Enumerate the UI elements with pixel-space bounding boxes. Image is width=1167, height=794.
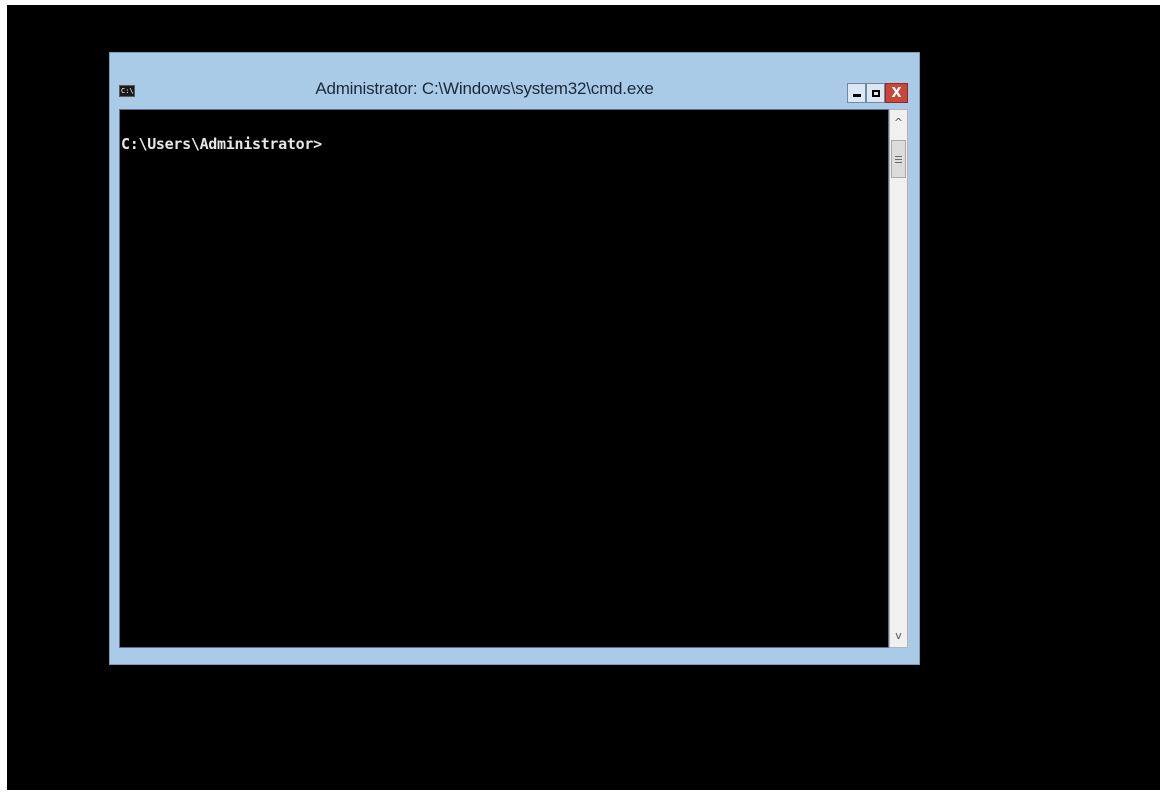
vertical-scrollbar[interactable]: ^ v (889, 109, 908, 648)
scroll-down-arrow-icon[interactable]: v (890, 626, 907, 644)
scroll-up-arrow-icon[interactable]: ^ (890, 113, 907, 131)
minimize-button[interactable] (847, 83, 866, 103)
scroll-thumb[interactable] (891, 140, 906, 178)
window-title: Administrator: C:\Windows\system32\cmd.e… (315, 79, 654, 98)
desktop-background: C:\ Administrator: C:\Windows\system32\c… (7, 5, 1160, 790)
close-icon: X (891, 85, 902, 101)
cmd-window[interactable]: C:\ Administrator: C:\Windows\system32\c… (109, 52, 920, 665)
cmd-app-icon-text: C:\ (121, 87, 134, 95)
close-button[interactable]: X (885, 83, 908, 103)
maximize-icon (871, 89, 880, 97)
console-area[interactable]: C:\Users\Administrator> (119, 109, 889, 648)
grip-icon (895, 155, 902, 163)
minimize-icon (852, 94, 861, 97)
cmd-app-icon[interactable]: C:\ (119, 85, 135, 97)
maximize-button[interactable] (866, 83, 885, 103)
command-prompt: C:\Users\Administrator> (121, 135, 322, 153)
title-bar[interactable]: C:\ Administrator: C:\Windows\system32\c… (110, 53, 919, 109)
